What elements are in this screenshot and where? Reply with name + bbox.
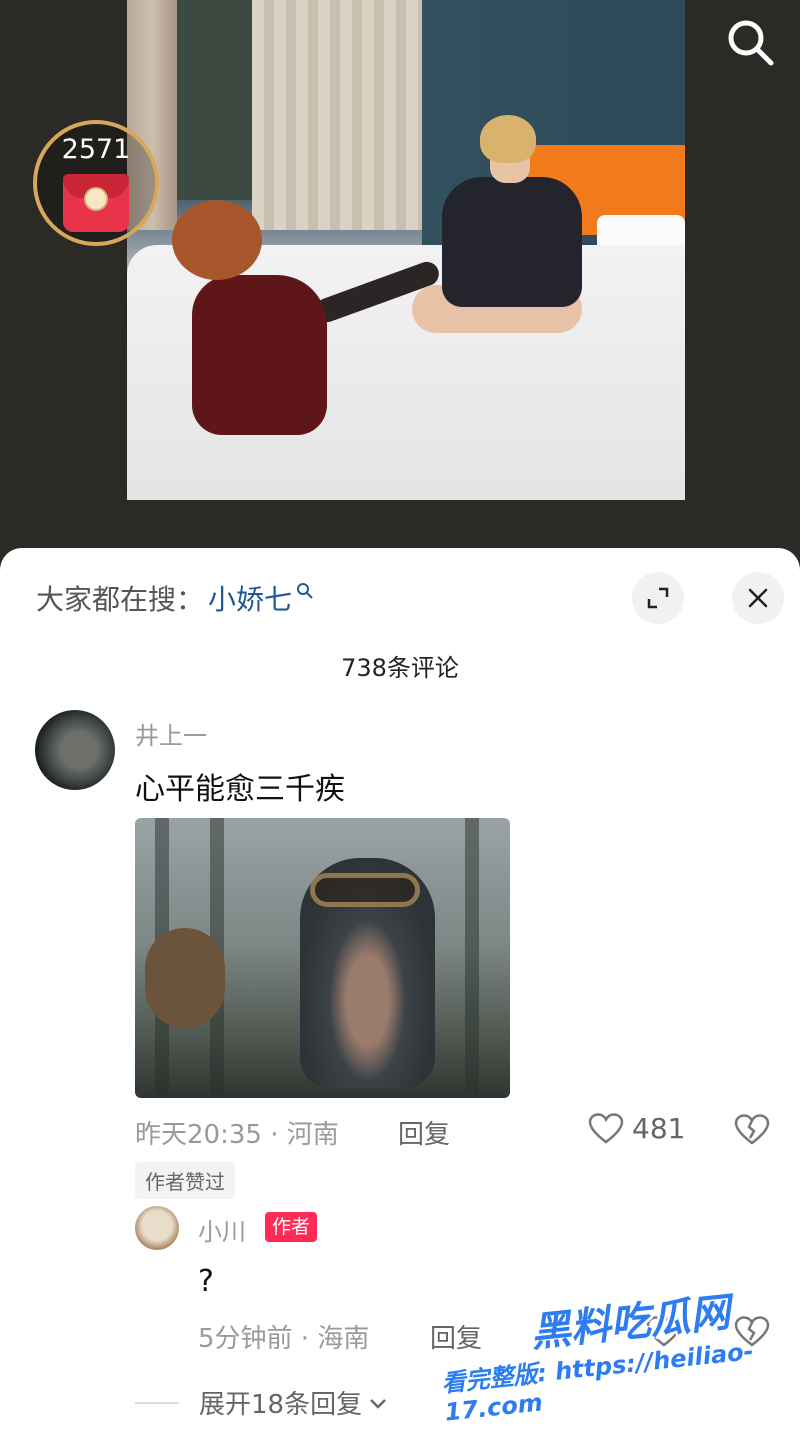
comment-username[interactable]: 井上一 — [135, 716, 207, 751]
expand-replies-button[interactable]: 展开18条回复 — [135, 1384, 390, 1421]
goggles — [310, 873, 420, 907]
trending-search[interactable]: 大家都在搜： 小娇七 — [36, 578, 314, 618]
comment-text: 心平能愈三千疾 — [135, 772, 345, 807]
trending-search-prefix: 大家都在搜： — [36, 583, 205, 616]
girl-hair — [172, 200, 262, 280]
like-count: 481 — [632, 1112, 686, 1145]
heart-icon — [588, 1112, 624, 1144]
expand-button[interactable] — [632, 572, 684, 624]
avatar[interactable] — [135, 1206, 179, 1250]
person-girl — [172, 200, 443, 450]
video-frame[interactable] — [127, 0, 685, 500]
girl-body — [192, 275, 327, 435]
comment-count: 738条评论 — [341, 654, 459, 682]
close-button[interactable] — [732, 572, 784, 624]
search-icon — [297, 583, 313, 599]
video-player[interactable]: 2571 — [0, 0, 800, 560]
tree — [465, 818, 479, 1098]
chevron-down-icon — [370, 1398, 386, 1409]
expand-replies-label: 展开18条回复 — [199, 1390, 363, 1420]
red-envelope-widget[interactable]: 2571 — [33, 120, 159, 246]
reply-username[interactable]: 小川 — [198, 1212, 246, 1247]
reply-text: ? — [198, 1264, 214, 1299]
reply-button[interactable]: 回复 — [398, 1114, 450, 1151]
close-icon — [748, 588, 768, 608]
like-button[interactable]: 481 — [588, 1112, 685, 1145]
comment-time-location: 昨天20:35 · 河南 — [135, 1120, 339, 1150]
author-tag: 作者 — [265, 1212, 318, 1242]
red-envelope-icon — [63, 174, 129, 232]
expand-icon — [647, 587, 669, 609]
reply-button[interactable]: 回复 — [430, 1318, 482, 1355]
coin-icon — [84, 187, 108, 211]
search-icon[interactable] — [722, 14, 778, 70]
boy-hair — [480, 115, 536, 163]
red-envelope-count: 2571 — [61, 134, 131, 165]
comment-image[interactable] — [135, 818, 510, 1098]
broken-heart-icon[interactable] — [734, 1114, 770, 1146]
curtain — [252, 0, 422, 230]
divider-line — [135, 1401, 179, 1404]
trending-search-term[interactable]: 小娇七 — [208, 578, 292, 618]
window — [177, 0, 252, 200]
sheet-header: 大家都在搜： 小娇七 — [0, 548, 800, 648]
avatar[interactable] — [35, 710, 115, 790]
small-monkey — [145, 928, 225, 1028]
person-boy — [402, 115, 582, 365]
reply-time-location: 5分钟前 · 海南 — [198, 1324, 370, 1354]
boy-body — [442, 177, 582, 307]
author-liked-badge: 作者赞过 — [135, 1162, 235, 1199]
